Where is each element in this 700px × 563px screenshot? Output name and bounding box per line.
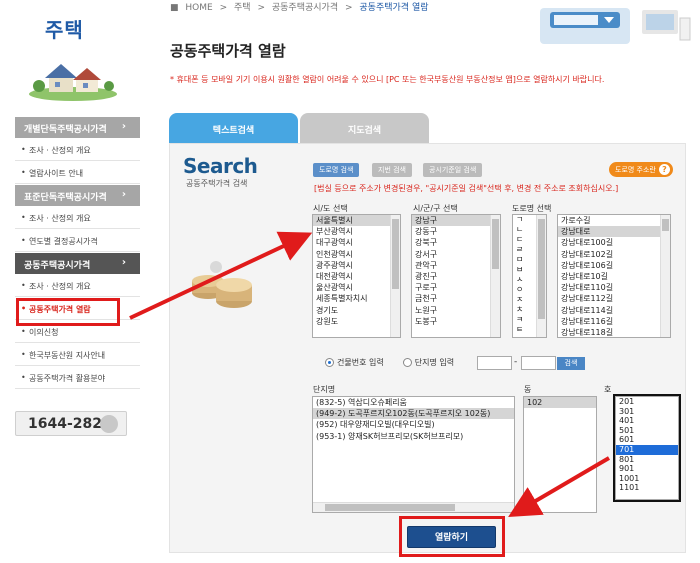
arrow-ho-to-view-button	[508, 456, 611, 518]
arrow-menu-to-sido	[129, 231, 313, 320]
annotation-arrows	[129, 231, 611, 518]
